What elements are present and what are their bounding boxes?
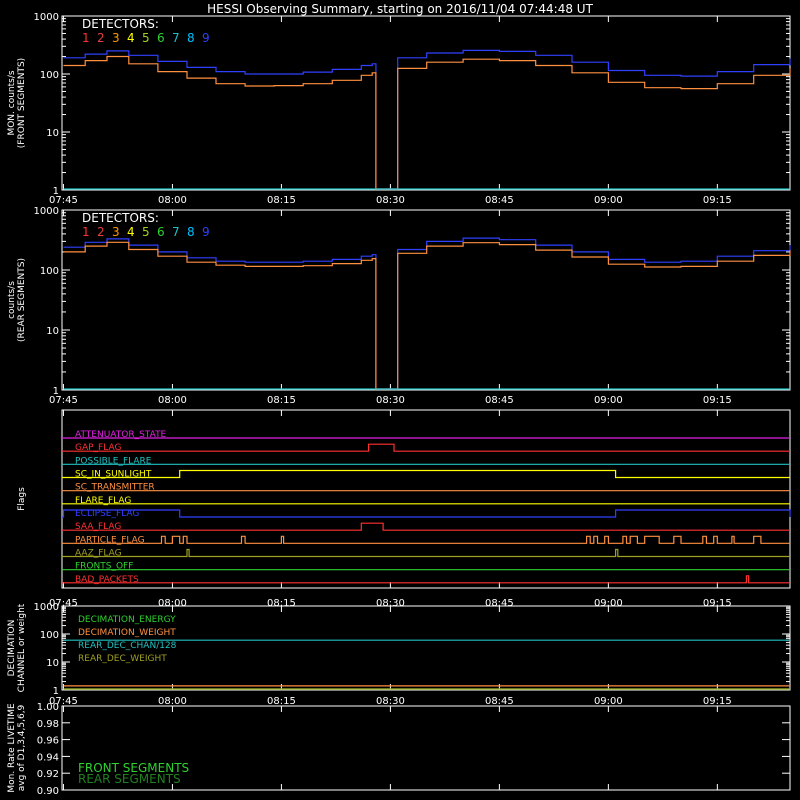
y-tick-label: 1 <box>53 686 59 697</box>
flag-label-4: SC_TRANSMITTER <box>75 483 155 493</box>
flag-label-0: ATTENUATOR_STATE <box>75 430 167 440</box>
y-tick-label: 0.98 <box>37 719 59 730</box>
x-tick-label: 08:15 <box>267 395 296 406</box>
detectors-legend-title: DETECTORS: <box>82 211 159 225</box>
flag-label-2: POSSIBLE_FLARE <box>75 456 152 466</box>
detector-number: 4 <box>127 225 135 239</box>
x-tick-label: 09:15 <box>703 696 732 707</box>
y-tick-label: 1000 <box>34 206 59 217</box>
y-tick-label: 1.00 <box>37 702 59 713</box>
y-axis-label-2: CHANNEL or weight <box>17 603 27 692</box>
decimation-legend-0: DECIMATION_ENERGY <box>78 615 176 625</box>
y-axis-label: counts/s <box>7 281 17 319</box>
y-tick-label: 100 <box>40 630 59 641</box>
x-tick-label: 08:00 <box>158 696 187 707</box>
x-tick-label: 09:15 <box>703 395 732 406</box>
detector-number: 7 <box>172 31 180 45</box>
flag-label-5: FLARE_FLAG <box>75 496 131 506</box>
detector-number: 8 <box>187 225 195 239</box>
y-tick-label: 1 <box>53 386 59 397</box>
detector-number: 9 <box>202 225 210 239</box>
y-tick-label: 0.96 <box>37 736 59 747</box>
decimation-legend-1: DECIMATION_WEIGHT <box>78 628 176 638</box>
y-axis-label-2: avg of D1,3,4,5,6,9 <box>17 704 27 791</box>
detector-number: 6 <box>157 31 165 45</box>
detector-number: 5 <box>142 31 150 45</box>
x-tick-label: 08:45 <box>485 395 514 406</box>
x-tick-label: 08:45 <box>485 696 514 707</box>
x-tick-label: 08:00 <box>158 195 187 206</box>
detector-number: 9 <box>202 31 210 45</box>
livetime-legend-1: REAR SEGMENTS <box>78 772 181 786</box>
x-tick-label: 08:00 <box>158 395 187 406</box>
x-tick-label: 09:00 <box>594 696 623 707</box>
flag-label-8: PARTICLE_FLAG <box>75 535 145 545</box>
x-tick-label: 09:15 <box>703 195 732 206</box>
y-tick-label: 0.92 <box>37 769 59 780</box>
x-tick-label: 09:00 <box>594 195 623 206</box>
y-axis-label: Flags <box>17 487 27 511</box>
hessi-summary: HESSI Observing Summary, starting on 201… <box>0 0 800 800</box>
y-tick-label: 10 <box>46 128 59 139</box>
y-tick-label: 1000 <box>34 12 59 23</box>
x-tick-label: 08:30 <box>376 395 405 406</box>
y-axis-label-2: (REAR SEGMENTS) <box>17 258 27 342</box>
flag-label-10: FRONTS_OFF <box>75 562 133 572</box>
decimation-legend-3: REAR_DEC_WEIGHT <box>78 654 167 664</box>
detector-number: 5 <box>142 225 150 239</box>
flag-label-3: SC_IN_SUNLIGHT <box>75 470 152 480</box>
y-tick-label: 0.90 <box>37 786 59 797</box>
y-tick-label: 100 <box>40 266 59 277</box>
chart-title: HESSI Observing Summary, starting on 201… <box>207 2 593 16</box>
x-tick-label: 08:15 <box>267 696 296 707</box>
x-tick-label: 08:30 <box>376 696 405 707</box>
x-tick-label: 09:00 <box>594 395 623 406</box>
detector-number: 3 <box>112 31 120 45</box>
flag-label-7: SAA_FLAG <box>75 522 121 532</box>
y-axis-label-2: (FRONT SEGMENTS) <box>17 58 27 148</box>
y-axis-label: Mon. Rate LIVETIME <box>7 703 17 793</box>
flag-label-1: GAP_FLAG <box>75 443 121 453</box>
y-tick-label: 10 <box>46 326 59 337</box>
detector-number: 3 <box>112 225 120 239</box>
detector-number: 1 <box>82 225 90 239</box>
x-tick-label: 08:45 <box>485 195 514 206</box>
y-tick-label: 1 <box>53 186 59 197</box>
flag-label-11: BAD_PACKETS <box>75 575 139 585</box>
y-axis-label: DECIMATION <box>7 620 17 677</box>
detector-number: 2 <box>97 31 105 45</box>
detector-number: 8 <box>187 31 195 45</box>
detector-number: 4 <box>127 31 135 45</box>
detector-number: 1 <box>82 31 90 45</box>
detectors-legend-title: DETECTORS: <box>82 17 159 31</box>
flag-label-9: AAZ_FLAG <box>75 549 122 559</box>
flag-label-6: ECLIPSE_FLAG <box>75 509 139 519</box>
detector-number: 2 <box>97 225 105 239</box>
detector-number: 6 <box>157 225 165 239</box>
y-tick-label: 1000 <box>34 602 59 613</box>
x-tick-label: 08:30 <box>376 195 405 206</box>
y-axis-label: MON. counts/s <box>7 70 17 135</box>
y-tick-label: 100 <box>40 70 59 81</box>
detector-number: 7 <box>172 225 180 239</box>
decimation-legend-2: REAR_DEC_CHAN/128 <box>78 641 177 651</box>
hessi-chart-svg: HESSI Observing Summary, starting on 201… <box>0 0 800 800</box>
y-tick-label: 0.94 <box>37 752 59 763</box>
x-tick-label: 08:15 <box>267 195 296 206</box>
y-tick-label: 10 <box>46 658 59 669</box>
